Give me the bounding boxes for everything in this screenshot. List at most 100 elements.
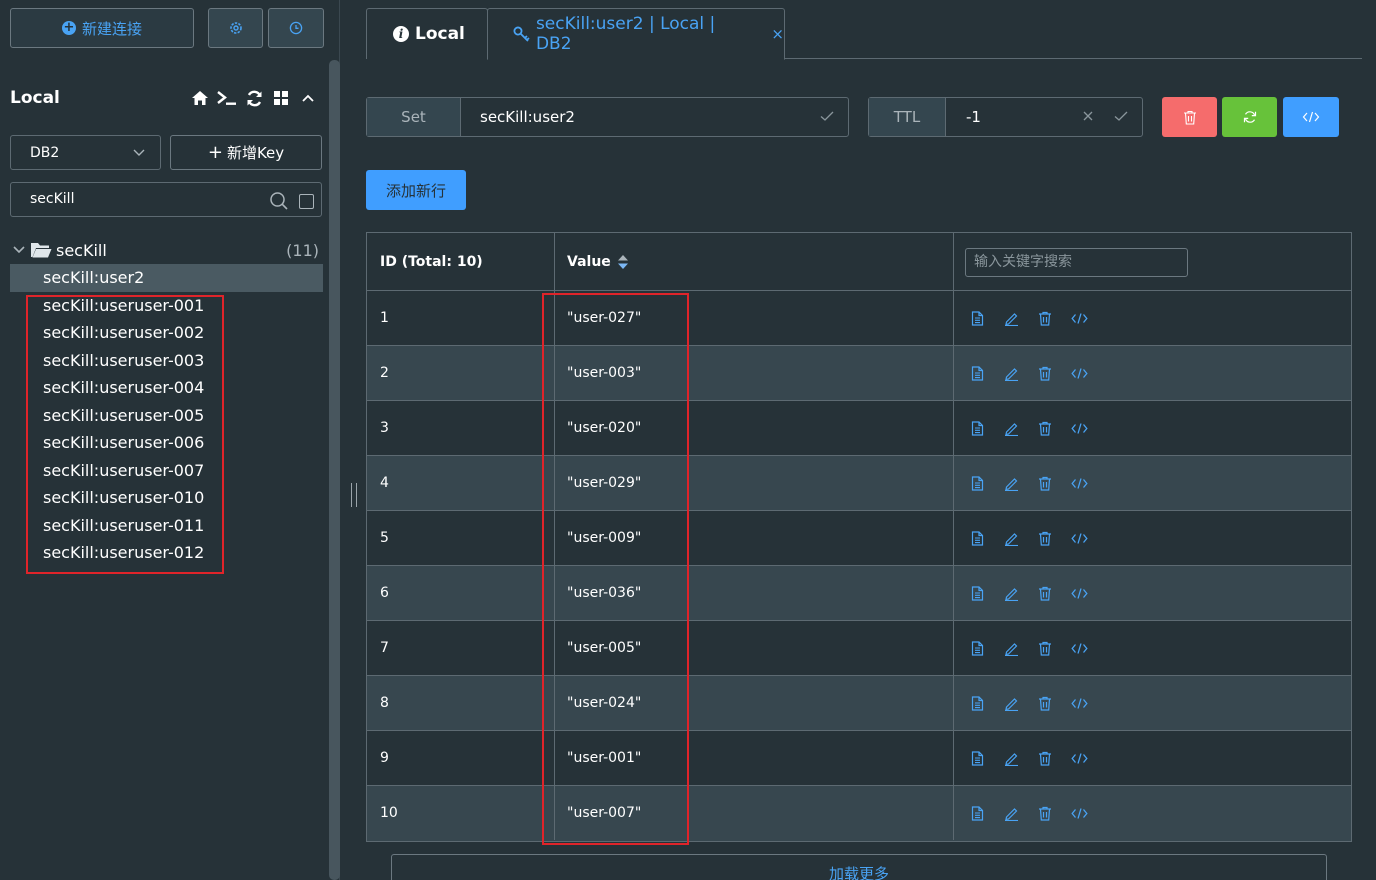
document-icon[interactable] bbox=[968, 749, 986, 767]
delete-icon[interactable] bbox=[1036, 529, 1054, 547]
panel-resize-handle[interactable] bbox=[351, 483, 357, 507]
tree-key-item[interactable]: secKill:useruser-006 bbox=[10, 429, 323, 457]
settings-button[interactable] bbox=[208, 8, 263, 48]
tree-key-item[interactable]: secKill:useruser-010 bbox=[10, 484, 323, 512]
table-row: 3 "user-020" bbox=[367, 401, 1351, 456]
document-icon[interactable] bbox=[968, 474, 986, 492]
delete-icon[interactable] bbox=[1036, 804, 1054, 822]
key-name-input[interactable]: secKill:user2 bbox=[480, 108, 575, 126]
dump-command-button[interactable] bbox=[1283, 97, 1339, 137]
refresh-key-button[interactable] bbox=[1222, 97, 1277, 137]
code-icon[interactable] bbox=[1070, 309, 1088, 327]
row-actions-cell bbox=[954, 731, 1351, 785]
ttl-label: TTL bbox=[869, 98, 946, 136]
db-select[interactable]: DB2 bbox=[10, 135, 161, 170]
search-icon[interactable] bbox=[269, 191, 289, 211]
code-icon[interactable] bbox=[1070, 584, 1088, 602]
row-actions-cell bbox=[954, 786, 1351, 840]
column-header-actions bbox=[954, 233, 1351, 291]
delete-icon[interactable] bbox=[1036, 584, 1054, 602]
chevron-up-icon[interactable] bbox=[298, 88, 318, 108]
code-icon[interactable] bbox=[1070, 419, 1088, 437]
edit-icon[interactable] bbox=[1002, 749, 1020, 767]
edit-icon[interactable] bbox=[1002, 639, 1020, 657]
load-more-button[interactable]: 加载更多 bbox=[391, 854, 1327, 880]
sidebar-scrollbar[interactable] bbox=[329, 60, 340, 880]
document-icon[interactable] bbox=[968, 309, 986, 327]
edit-icon[interactable] bbox=[1002, 309, 1020, 327]
terminal-icon[interactable] bbox=[217, 88, 237, 108]
code-icon[interactable] bbox=[1070, 639, 1088, 657]
tab-local[interactable]: i Local bbox=[366, 8, 488, 59]
row-value-cell: "user-029" bbox=[555, 456, 954, 510]
tree-key-item[interactable]: secKill:useruser-005 bbox=[10, 402, 323, 430]
history-button[interactable] bbox=[268, 8, 324, 48]
document-icon[interactable] bbox=[968, 364, 986, 382]
close-icon[interactable]: × bbox=[771, 25, 784, 43]
tree-key-item[interactable]: secKill:useruser-004 bbox=[10, 374, 323, 402]
key-search-input[interactable] bbox=[30, 191, 260, 207]
plus-icon: + bbox=[207, 142, 223, 163]
delete-icon[interactable] bbox=[1036, 364, 1054, 382]
edit-icon[interactable] bbox=[1002, 584, 1020, 602]
delete-icon[interactable] bbox=[1036, 694, 1054, 712]
edit-icon[interactable] bbox=[1002, 694, 1020, 712]
code-icon[interactable] bbox=[1070, 364, 1088, 382]
row-actions-cell bbox=[954, 401, 1351, 455]
clear-icon[interactable] bbox=[1080, 108, 1096, 124]
document-icon[interactable] bbox=[968, 419, 986, 437]
new-key-button[interactable]: + 新增Key bbox=[170, 135, 322, 170]
grid-icon[interactable] bbox=[271, 88, 291, 108]
edit-icon[interactable] bbox=[1002, 474, 1020, 492]
document-icon[interactable] bbox=[968, 639, 986, 657]
column-header-value-label: Value bbox=[567, 254, 611, 270]
table-row: 8 "user-024" bbox=[367, 676, 1351, 731]
code-icon[interactable] bbox=[1070, 474, 1088, 492]
document-icon[interactable] bbox=[968, 584, 986, 602]
check-icon[interactable] bbox=[819, 108, 835, 124]
exact-match-checkbox[interactable] bbox=[299, 194, 314, 209]
table-row: 7 "user-005" bbox=[367, 621, 1351, 676]
edit-icon[interactable] bbox=[1002, 529, 1020, 547]
code-icon bbox=[1302, 111, 1320, 123]
sort-icon[interactable] bbox=[617, 253, 629, 271]
tree-key-item[interactable]: secKill:useruser-012 bbox=[10, 539, 323, 567]
row-actions-cell bbox=[954, 676, 1351, 730]
tree-key-item[interactable]: secKill:useruser-007 bbox=[10, 457, 323, 485]
add-row-button[interactable]: 添加新行 bbox=[366, 170, 466, 210]
code-icon[interactable] bbox=[1070, 804, 1088, 822]
code-icon[interactable] bbox=[1070, 749, 1088, 767]
value-table: ID (Total: 10) Value 1 "user-027" bbox=[366, 232, 1352, 842]
edit-icon[interactable] bbox=[1002, 804, 1020, 822]
column-header-value[interactable]: Value bbox=[555, 233, 954, 291]
table-search-input[interactable] bbox=[965, 247, 1188, 277]
document-icon[interactable] bbox=[968, 804, 986, 822]
tree-key-item[interactable]: secKill:useruser-001 bbox=[10, 292, 323, 320]
table-row: 10 "user-007" bbox=[367, 786, 1351, 841]
tree-folder[interactable]: secKill (11) bbox=[10, 238, 323, 264]
code-icon[interactable] bbox=[1070, 694, 1088, 712]
new-connection-button[interactable]: + 新建连接 bbox=[10, 8, 194, 48]
edit-icon[interactable] bbox=[1002, 364, 1020, 382]
tree-key-item[interactable]: secKill:useruser-002 bbox=[10, 319, 323, 347]
document-icon[interactable] bbox=[968, 529, 986, 547]
info-icon: i bbox=[393, 26, 409, 42]
delete-icon[interactable] bbox=[1036, 474, 1054, 492]
check-icon[interactable] bbox=[1113, 108, 1129, 124]
edit-icon[interactable] bbox=[1002, 419, 1020, 437]
ttl-input[interactable]: -1 bbox=[966, 108, 981, 126]
delete-icon[interactable] bbox=[1036, 309, 1054, 327]
delete-icon[interactable] bbox=[1036, 419, 1054, 437]
delete-icon[interactable] bbox=[1036, 749, 1054, 767]
tab-key-detail[interactable]: secKill:user2 | Local | DB2 × bbox=[487, 8, 785, 60]
document-icon[interactable] bbox=[968, 694, 986, 712]
home-icon[interactable] bbox=[190, 88, 210, 108]
key-name-group: Set secKill:user2 bbox=[366, 97, 849, 137]
delete-icon[interactable] bbox=[1036, 639, 1054, 657]
refresh-icon[interactable] bbox=[244, 88, 264, 108]
tree-key-item[interactable]: secKill:useruser-011 bbox=[10, 512, 323, 540]
code-icon[interactable] bbox=[1070, 529, 1088, 547]
tree-key-item[interactable]: secKill:useruser-003 bbox=[10, 347, 323, 375]
delete-key-button[interactable] bbox=[1162, 97, 1217, 137]
tree-key-item[interactable]: secKill:user2 bbox=[10, 264, 323, 292]
